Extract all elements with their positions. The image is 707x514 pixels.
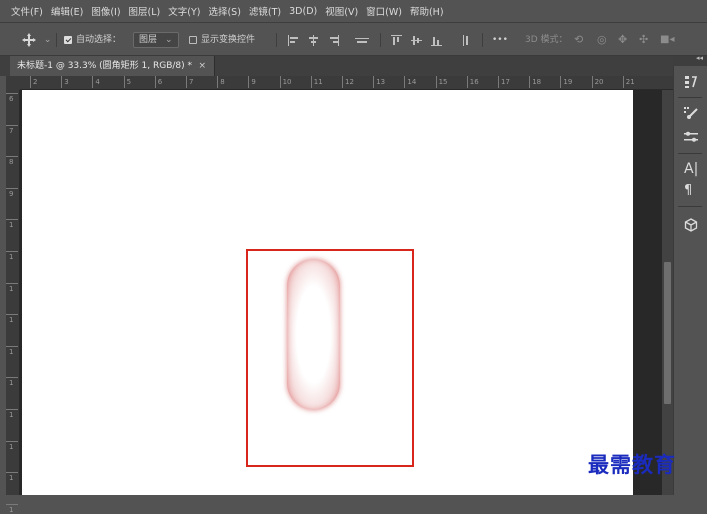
menu-window[interactable]: 窗口(W) [366, 4, 402, 18]
horizontal-ruler[interactable]: 2 3 4 5 6 7 8 9 10 11 12 13 14 15 16 17 18 19 20 21 [20, 76, 673, 90]
ruler-tick-label: 7 [5, 124, 20, 135]
show-transform-checkbox[interactable]: 显示变换控件 [189, 32, 255, 48]
menu-edit[interactable]: 编辑(E) [51, 4, 83, 18]
ruler-tick-label: 11 [310, 76, 323, 88]
character-icon[interactable]: A| [684, 162, 698, 176]
auto-select-label: 自动选择： [76, 35, 122, 45]
chevron-down-icon: ⌄ [43, 35, 52, 45]
menu-type[interactable]: 文字(Y) [168, 4, 200, 18]
ruler-tick-label: 14 [404, 76, 417, 88]
align-vcenter-icon[interactable] [411, 35, 423, 46]
ruler-tick-label: 16 [466, 76, 479, 88]
align-hcenter-icon[interactable] [308, 35, 320, 46]
ruler-tick-label: 13 [373, 76, 386, 88]
collapse-icon: ◂◂ [695, 54, 703, 62]
menu-image[interactable]: 图像(I) [91, 4, 120, 18]
close-icon[interactable]: × [198, 56, 206, 76]
auto-select-checkbox[interactable]: 自动选择： [64, 32, 121, 48]
3d-cube-icon[interactable] [684, 218, 698, 236]
ruler-tick-label: 1 [5, 377, 20, 388]
history-icon[interactable] [684, 75, 698, 93]
adjustments-icon[interactable] [684, 130, 698, 148]
move-tool-preset[interactable]: ⌄ [22, 32, 51, 48]
align-right-icon[interactable] [328, 35, 340, 46]
menu-3d[interactable]: 3D(D) [289, 6, 317, 17]
ruler-tick-label: 2 [29, 76, 38, 88]
paragraph-icon[interactable]: ¶ [684, 184, 692, 198]
ruler-tick-label: 6 [154, 76, 163, 88]
panel-collapse-bar[interactable]: ◂◂ [673, 54, 707, 66]
watermark-text: 最需教育 [588, 452, 676, 477]
checkbox-checked-icon [64, 35, 72, 44]
3d-slide-icon[interactable]: ✣ [639, 32, 648, 48]
menu-select[interactable]: 选择(S) [208, 4, 240, 18]
ruler-tick-label: 8 [5, 156, 20, 167]
ruler-tick-label: 17 [498, 76, 510, 88]
ruler-tick-label: 12 [342, 76, 354, 88]
distribute-icon[interactable] [355, 35, 369, 46]
ruler-tick-label: 1 [5, 503, 20, 514]
ruler-tick-label: 1 [5, 345, 20, 356]
checkbox-unchecked-icon [189, 35, 197, 44]
ruler-tick-label: 20 [591, 76, 604, 88]
ruler-tick-label: 6 [5, 93, 20, 103]
ruler-tick-label: 1 [5, 472, 20, 483]
more-options-button[interactable]: ••• [492, 32, 508, 48]
ruler-tick-label: 1 [5, 219, 20, 230]
ruler-tick-label: 9 [5, 187, 20, 198]
show-transform-label: 显示变换控件 [201, 35, 256, 45]
ruler-tick-label: 5 [123, 76, 132, 88]
move-icon [22, 32, 36, 47]
ruler-corner [6, 76, 20, 90]
distribute-vertical-icon[interactable] [460, 35, 472, 46]
chevron-down-icon: ⌄ [165, 35, 173, 45]
align-top-icon[interactable] [391, 35, 403, 46]
3d-drag-icon[interactable]: ✥ [618, 32, 627, 48]
ruler-tick-label: 19 [560, 76, 573, 88]
ruler-tick-label: 3 [60, 76, 69, 88]
ruler-tick-label: 10 [279, 76, 292, 88]
ruler-tick-label: 1 [5, 314, 20, 325]
ruler-tick-label: 8 [216, 76, 225, 88]
align-left-icon[interactable] [288, 35, 300, 46]
ruler-tick-label: 1 [5, 251, 20, 261]
menu-help[interactable]: 帮助(H) [410, 4, 444, 18]
align-bottom-icon[interactable] [431, 35, 443, 46]
ruler-tick-label: 7 [185, 76, 194, 88]
menu-layer[interactable]: 图层(L) [129, 4, 161, 18]
menu-view[interactable]: 视图(V) [325, 4, 358, 18]
menu-filter[interactable]: 滤镜(T) [249, 4, 281, 18]
ruler-tick-label: 21 [622, 76, 635, 88]
ruler-tick-label: 9 [248, 76, 256, 88]
vertical-scrollbar-thumb[interactable] [664, 262, 671, 404]
3d-roll-icon[interactable]: ◎ [597, 32, 607, 48]
options-bar: ⌄ 自动选择： 图层 ⌄ 显示变换控件 ••• 3D 模式： ⟲ ◎ ✥ ✣ ■◂ [0, 22, 707, 56]
vertical-ruler[interactable]: 6 7 8 9 1 1 1 1 1 1 1 1 1 1 [5, 90, 20, 514]
ruler-tick-label: 1 [5, 282, 20, 293]
3d-scale-icon[interactable]: ■◂ [660, 32, 674, 48]
ruler-tick-label: 15 [435, 76, 448, 88]
document-tab-title: 未标题-1 @ 33.3% (圆角矩形 1, RGB/8) * [17, 61, 192, 71]
ruler-tick-label: 1 [5, 440, 20, 451]
auto-select-target-value: 图层 [139, 35, 158, 45]
highlight-rectangle [246, 249, 414, 467]
menu-bar: 文件(F) 编辑(E) 图像(I) 图层(L) 文字(Y) 选择(S) 滤镜(T… [0, 0, 707, 22]
ruler-tick-label: 4 [92, 76, 100, 88]
ruler-tick-label: 1 [5, 409, 20, 419]
auto-select-target-dropdown[interactable]: 图层 ⌄ [133, 32, 179, 48]
menu-file[interactable]: 文件(F) [11, 4, 43, 18]
ruler-tick-label: 18 [529, 76, 542, 88]
3d-rotate-icon[interactable]: ⟲ [574, 32, 583, 48]
brush-icon[interactable] [684, 106, 698, 124]
3d-mode-label: 3D 模式： [525, 35, 568, 45]
document-tab[interactable]: 未标题-1 @ 33.3% (圆角矩形 1, RGB/8) * × [10, 56, 215, 76]
